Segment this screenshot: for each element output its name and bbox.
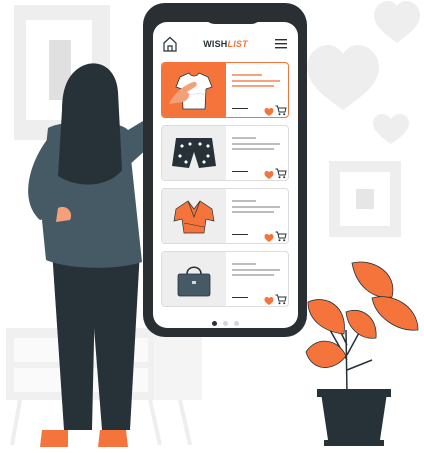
item-desc-line [232, 211, 274, 213]
heart-icon [264, 171, 274, 179]
shopping-cart-icon [275, 105, 287, 116]
item-price-line [232, 107, 248, 109]
phone-notch [203, 6, 263, 24]
product-thumbnail [162, 126, 226, 180]
favorite-button[interactable] [264, 230, 274, 242]
favorite-button[interactable] [264, 167, 274, 179]
add-to-cart-button[interactable] [275, 166, 287, 179]
phone-screen: WISHLIST [153, 22, 298, 328]
add-to-cart-button[interactable] [275, 292, 287, 305]
shorts-icon [172, 138, 216, 168]
heart-icon [264, 297, 274, 305]
hamburger-menu-icon [275, 39, 287, 49]
favorite-button[interactable] [264, 104, 274, 116]
potted-plant [305, 261, 419, 446]
item-desc-line [232, 274, 274, 276]
shopping-cart-icon [275, 168, 287, 179]
shopping-cart-icon [275, 294, 287, 305]
illustration-stage: WISHLIST [0, 0, 424, 453]
page-dot-1[interactable] [212, 321, 217, 326]
item-desc-line [232, 80, 280, 82]
item-title-line [232, 200, 256, 202]
shopping-cart-icon [275, 231, 287, 242]
wishlist-item-handbag[interactable] [161, 251, 289, 307]
brand-main-text: WISH [203, 39, 228, 49]
menu-button[interactable] [274, 36, 288, 54]
item-desc-line [232, 206, 280, 208]
heart-icon [264, 234, 274, 242]
favorite-button[interactable] [264, 293, 274, 305]
page-dot-3[interactable] [234, 321, 239, 326]
item-title-line [232, 74, 262, 76]
add-to-cart-button[interactable] [275, 103, 287, 116]
item-title-line [232, 137, 256, 139]
add-to-cart-button[interactable] [275, 229, 287, 242]
item-price-line [232, 170, 248, 172]
product-thumbnail [162, 252, 226, 306]
brand-accent-text: LIST [227, 39, 248, 49]
item-desc-line [232, 269, 280, 271]
item-desc-line [232, 143, 280, 145]
item-desc-line [232, 85, 274, 87]
page-dot-2[interactable] [223, 321, 228, 326]
handbag-icon [177, 266, 211, 297]
wall-frame-right [329, 161, 401, 237]
item-title-line [232, 263, 256, 265]
decor-hearts [307, 1, 420, 144]
heart-icon [264, 108, 274, 116]
pointing-hand [169, 81, 197, 104]
item-desc-line [232, 148, 274, 150]
item-price-line [232, 296, 248, 298]
wishlist-item-shorts[interactable] [161, 125, 289, 181]
product-thumbnail [162, 189, 226, 243]
item-price-line [232, 233, 248, 235]
blouse-icon [173, 200, 215, 234]
pagination-dots [153, 313, 298, 328]
wishlist-item-blouse[interactable] [161, 188, 289, 244]
